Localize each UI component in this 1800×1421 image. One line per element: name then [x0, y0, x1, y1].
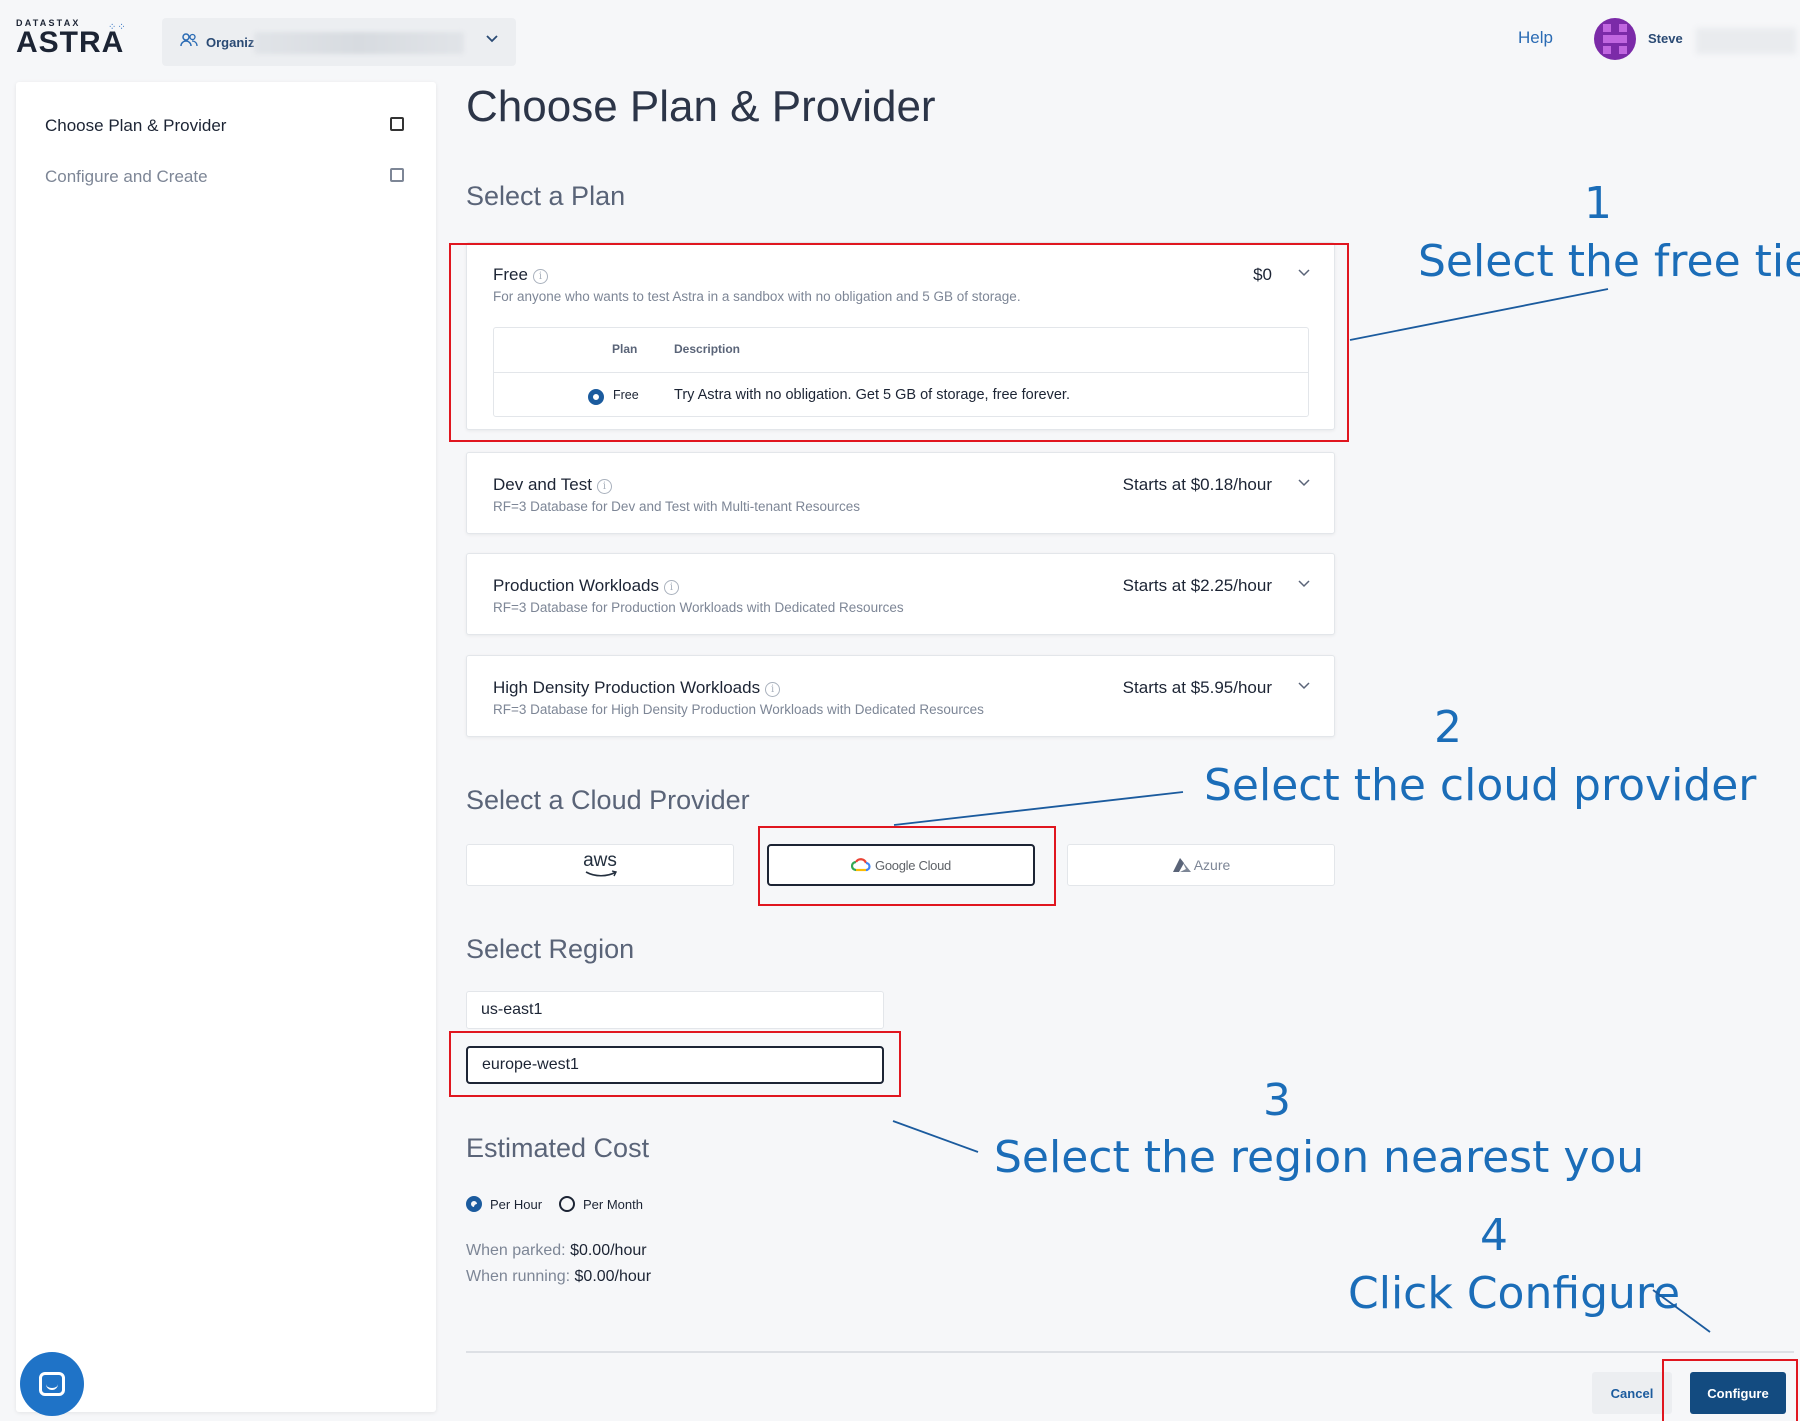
plan-name: Production Workloads i: [493, 576, 679, 596]
chevron-down-icon[interactable]: [1298, 678, 1310, 693]
chevron-down-icon[interactable]: [1298, 475, 1310, 490]
cancel-button[interactable]: Cancel: [1592, 1372, 1672, 1414]
chevron-down-icon: [486, 30, 498, 46]
radio-per-month-label: Per Month: [583, 1196, 643, 1212]
annotation-box-free-tier: [449, 243, 1349, 442]
annotation-number-3: 3: [1263, 1075, 1291, 1126]
step-configure-create-checkbox: [390, 168, 404, 182]
user-name[interactable]: Steve: [1648, 31, 1683, 46]
plan-name: High Density Production Workloads i: [493, 678, 781, 698]
radio-per-hour[interactable]: [466, 1196, 482, 1212]
provider-aws-label: aws: [583, 850, 617, 871]
provider-section-title: Select a Cloud Provider: [466, 785, 750, 815]
plan-price: Starts at $5.95/hour: [1122, 678, 1272, 697]
aws-smile-icon: [585, 870, 618, 877]
help-link[interactable]: Help: [1518, 28, 1553, 48]
provider-aws-button[interactable]: aws: [466, 844, 734, 886]
wizard-sidebar: Choose Plan & Provider Configure and Cre…: [16, 82, 436, 1412]
plan-price: Starts at $0.18/hour: [1122, 475, 1272, 494]
chat-icon: [39, 1372, 65, 1396]
provider-azure-button[interactable]: Azure: [1067, 844, 1335, 886]
annotation-number-1: 1: [1584, 178, 1612, 229]
radio-per-month[interactable]: [559, 1196, 575, 1212]
region-section-title: Select Region: [466, 934, 635, 964]
radio-per-hour-label: Per Hour: [490, 1196, 543, 1212]
user-name-redacted: [1696, 28, 1796, 54]
organization-name-redacted: [254, 32, 464, 54]
annotation-number-2: 2: [1434, 702, 1462, 753]
plan-description: RF=3 Database for Dev and Test with Mult…: [493, 499, 861, 514]
info-icon[interactable]: i: [765, 682, 781, 697]
cost-when-running: When running: $0.00/hour: [466, 1268, 652, 1285]
plan-description: RF=3 Database for High Density Productio…: [493, 702, 984, 717]
annotation-text-2: Select the cloud provider: [1204, 760, 1757, 811]
page-title: Choose Plan & Provider: [466, 82, 936, 131]
logo-stars-icon: ⁘⁘: [108, 22, 127, 33]
step-choose-plan-checkbox: [390, 117, 404, 131]
annotation-box-cloud-provider: [758, 826, 1056, 906]
annotation-text-3: Select the region nearest you: [994, 1132, 1645, 1183]
plan-section-title: Select a Plan: [466, 181, 626, 211]
organization-label: Organiz: [206, 34, 255, 50]
chat-support-button[interactable]: [20, 1352, 84, 1416]
plan-description: RF=3 Database for Production Workloads w…: [493, 600, 904, 615]
astra-logo[interactable]: DATASTAX ASTRA ⁘⁘: [16, 18, 134, 62]
annotation-box-region: [449, 1031, 901, 1097]
azure-icon: [1172, 858, 1191, 872]
cost-period-per-hour[interactable]: Per Hour: [466, 1196, 542, 1212]
users-icon: [180, 33, 198, 51]
step-choose-plan[interactable]: Choose Plan & Provider: [45, 116, 226, 136]
cost-section-title: Estimated Cost: [466, 1133, 650, 1163]
plan-card-dev-test[interactable]: Dev and Test i RF=3 Database for Dev and …: [466, 452, 1335, 534]
chevron-down-icon[interactable]: [1298, 576, 1310, 591]
info-icon[interactable]: i: [596, 479, 612, 494]
cost-when-parked: When parked: $0.00/hour: [466, 1242, 647, 1259]
footer-divider: [466, 1351, 1794, 1353]
info-icon[interactable]: i: [664, 580, 679, 595]
annotation-text-4: Click Configure: [1348, 1268, 1681, 1319]
region-option-us-east1[interactable]: us-east1: [466, 991, 884, 1029]
provider-azure-label: Azure: [1193, 857, 1231, 873]
step-configure-create[interactable]: Configure and Create: [45, 167, 208, 187]
annotation-number-4: 4: [1480, 1210, 1508, 1261]
user-avatar[interactable]: [1594, 18, 1636, 60]
annotation-box-configure: [1662, 1359, 1798, 1421]
annotation-text-1: Select the free tier: [1418, 236, 1800, 287]
cost-period-per-month[interactable]: Per Month: [559, 1196, 643, 1212]
organization-selector[interactable]: Organiz: [162, 18, 516, 66]
plan-card-production[interactable]: Production Workloads i RF=3 Database for …: [466, 553, 1335, 635]
plan-name: Dev and Test i: [493, 475, 612, 495]
plan-card-high-density[interactable]: High Density Production Workloads i RF=3 …: [466, 655, 1335, 737]
plan-price: Starts at $2.25/hour: [1122, 576, 1272, 595]
